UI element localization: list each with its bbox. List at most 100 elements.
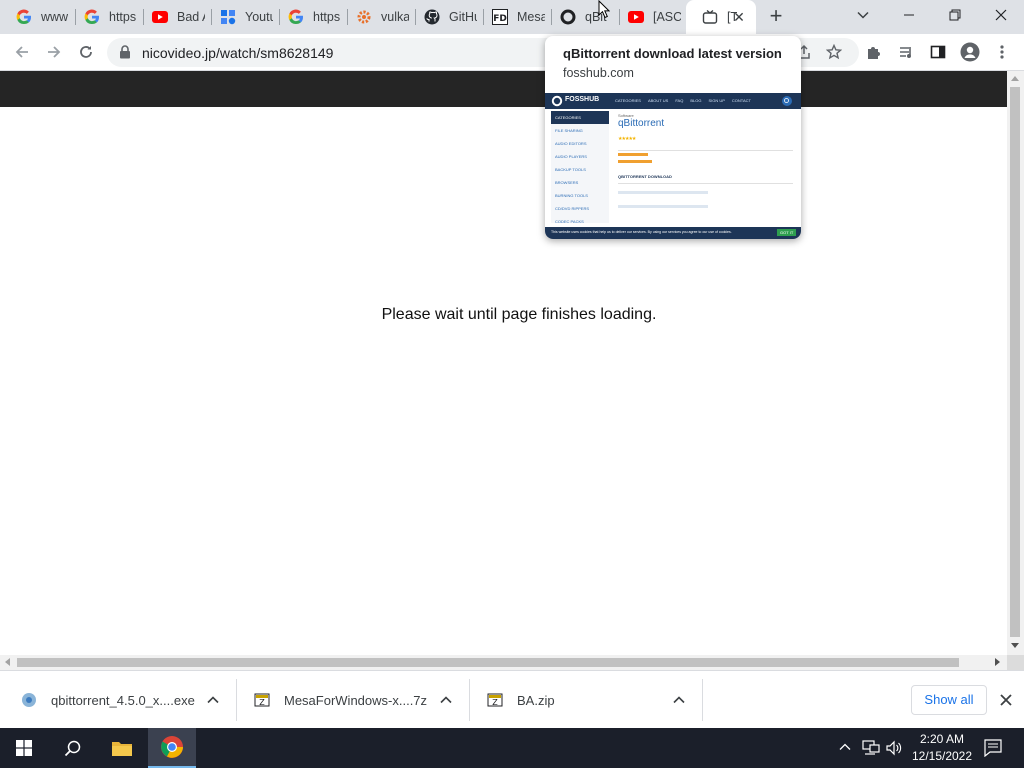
site-header-bar: [0, 71, 1007, 107]
scroll-down-arrow-icon[interactable]: [1011, 643, 1019, 649]
forward-arrow-icon: [48, 46, 61, 58]
tab-11-active[interactable]: [T ✕: [686, 0, 756, 34]
download-item-2[interactable]: Z MesaForWindows-x....7z: [253, 679, 463, 721]
back-button[interactable]: [8, 38, 36, 66]
page-preview-thumbnail: FOSSHUB CATEGORIES ABOUT US FAQ BLOG SIG…: [545, 93, 801, 239]
chrome-icon: [161, 736, 183, 758]
preview-nav-item: FAQ: [675, 98, 684, 103]
notifications-icon[interactable]: [984, 739, 1002, 757]
network-icon[interactable]: [862, 740, 880, 756]
start-button[interactable]: [0, 728, 48, 768]
tab-6[interactable]: vulka: [340, 0, 416, 34]
divider: [236, 679, 237, 721]
preview-sidebar: CATEGORIES FILE SHARING AUDIO EDITORS AU…: [551, 111, 609, 224]
tab-5[interactable]: https: [272, 0, 348, 34]
preview-sidebar-item: CD/DVD RIPPERS: [555, 206, 590, 211]
side-panel-button[interactable]: [924, 38, 952, 66]
restore-button[interactable]: [932, 0, 978, 30]
show-hidden-icons-chevron-icon[interactable]: [839, 742, 851, 752]
archive-icon: Z: [253, 691, 271, 709]
fd-icon: FD: [492, 9, 508, 25]
minimize-button[interactable]: [886, 0, 932, 30]
close-downloads-bar-icon[interactable]: [997, 691, 1015, 709]
youtube-icon: [152, 9, 168, 25]
preview-header: FOSSHUB CATEGORIES ABOUT US FAQ BLOG SIG…: [545, 93, 801, 109]
google-icon: [16, 9, 32, 25]
restore-icon: [949, 9, 961, 21]
puzzle-icon: [868, 47, 880, 59]
bookmark-button[interactable]: [820, 38, 848, 66]
reload-button[interactable]: [72, 38, 100, 66]
archive-icon: Z: [486, 691, 504, 709]
search-icon: [64, 740, 80, 756]
gear-icon: [356, 9, 372, 25]
close-icon: [995, 9, 1007, 21]
taskbar-clock[interactable]: 2:20 AM 12/15/2022: [905, 731, 979, 765]
menu-button[interactable]: [988, 38, 1016, 66]
scroll-right-arrow-icon[interactable]: [995, 658, 1001, 666]
profile-button[interactable]: [956, 38, 984, 66]
tab-title: [ASC: [653, 10, 681, 24]
tab-3[interactable]: Bad A: [136, 0, 212, 34]
volume-icon[interactable]: [886, 740, 902, 756]
svg-text:FD: FD: [493, 14, 507, 24]
scroll-up-arrow-icon[interactable]: [1011, 75, 1019, 81]
horizontal-scrollbar[interactable]: [0, 655, 1007, 670]
puzzle-icon: [220, 9, 236, 25]
tab-4[interactable]: Youtu: [204, 0, 280, 34]
divider: [469, 679, 470, 721]
new-tab-button[interactable]: +: [764, 5, 788, 29]
browser-toolbar: nicovideo.jp/watch/sm8628149: [0, 34, 1024, 71]
chevron-up-icon[interactable]: [439, 693, 453, 707]
minimize-icon: [904, 14, 914, 16]
preview-sidebar-item: AUDIO EDITORS: [555, 141, 587, 146]
tab-10[interactable]: [ASC: [612, 0, 688, 34]
playlist-icon: [900, 47, 911, 58]
preview-nav: CATEGORIES ABOUT US FAQ BLOG SIGN UP CON…: [615, 98, 751, 103]
tab-title: vulka: [381, 10, 409, 24]
tab-8[interactable]: FD Mesa: [476, 0, 552, 34]
preview-sidebar-item: BACKUP TOOLS: [555, 167, 586, 172]
media-controls-button[interactable]: [892, 38, 920, 66]
preview-rating-stars: ★★★★★: [618, 136, 636, 142]
tab-search-button[interactable]: [840, 0, 886, 30]
github-icon: [424, 9, 440, 25]
vertical-scrollbar[interactable]: [1007, 71, 1024, 655]
page-content: Please wait until page finishes loading.: [0, 107, 1007, 655]
chevron-up-icon[interactable]: [206, 693, 220, 707]
preview-sidebar-item: FILE SHARING: [555, 128, 583, 133]
star-icon: [826, 44, 842, 60]
tab-title: https: [313, 10, 341, 24]
download-item-3[interactable]: Z BA.zip: [486, 679, 696, 721]
url-text: nicovideo.jp/watch/sm8628149: [142, 45, 334, 61]
close-window-button[interactable]: [978, 0, 1024, 30]
preview-divider: [618, 183, 793, 184]
tab-1[interactable]: www: [0, 0, 76, 34]
download-filename: MesaForWindows-x....7z: [284, 692, 428, 708]
download-item-1[interactable]: qbittorrent_4.5.0_x....exe: [20, 679, 230, 721]
google-icon: [84, 9, 100, 25]
preview-cookie-button: GOT IT: [777, 229, 797, 236]
back-arrow-icon: [15, 46, 28, 58]
loading-message: Please wait until page finishes loading.: [381, 306, 657, 323]
extensions-button[interactable]: [860, 38, 888, 66]
chevron-up-icon[interactable]: [672, 693, 686, 707]
hover-card-title: qBittorrent download latest version: [563, 46, 782, 61]
scroll-left-arrow-icon[interactable]: [4, 658, 10, 666]
show-all-downloads-button[interactable]: Show all: [911, 685, 987, 715]
forward-button[interactable]: [40, 38, 68, 66]
file-explorer-button[interactable]: [98, 728, 146, 768]
search-button[interactable]: [48, 728, 96, 768]
preview-logo-text: FOSSHUB: [565, 96, 600, 103]
close-tab-icon[interactable]: ✕: [732, 10, 746, 24]
avatar-icon: [960, 42, 980, 62]
preview-nav-item: BLOG: [690, 98, 702, 103]
horizontal-scrollbar-thumb[interactable]: [17, 658, 959, 667]
tab-7[interactable]: GitHu: [408, 0, 484, 34]
preview-cookie-banner: This website uses cookies that help us t…: [545, 227, 801, 239]
installer-icon: [20, 691, 38, 709]
tab-2[interactable]: https: [68, 0, 144, 34]
vertical-scrollbar-thumb[interactable]: [1010, 87, 1020, 637]
chrome-taskbar-button[interactable]: [148, 728, 196, 768]
downloads-bar: qbittorrent_4.5.0_x....exe Z MesaForWind…: [0, 670, 1024, 728]
